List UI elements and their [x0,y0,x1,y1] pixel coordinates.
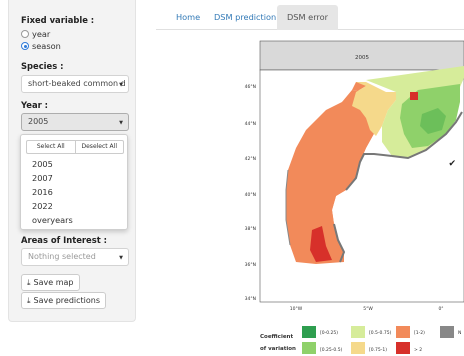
areas-of-interest-select[interactable]: Nothing selected ▼ [21,248,129,266]
radio-year-label: year [32,29,51,39]
dropdown-actions: Select All Deselect All [26,140,124,154]
lat-label: 40°N [245,192,256,198]
legend-label: > 2 [414,347,422,353]
dropdown-option[interactable]: 2007 [32,173,53,183]
lat-label: 38°N [245,226,256,232]
legend-label: [0.25-0.5) [320,347,343,353]
legend-swatch-gt-2 [396,342,410,354]
tab-dsm-error[interactable]: DSM error [277,5,338,30]
tab-bar: Home DSM prediction DSM error [156,0,464,30]
dropdown-option[interactable]: overyears [32,215,73,225]
lon-label: 10°W [290,306,303,312]
radio-year-indicator[interactable] [21,30,29,38]
dropdown-option[interactable]: 2016 [32,187,53,197]
region-gt-2-north [410,92,418,100]
species-select[interactable]: short-beaked common d ▼ [21,75,129,93]
map-panel: 2005 46°N 44°N 42°N 40°N 38°N 36°N 34°N … [156,30,464,356]
lat-label: 46°N [245,84,256,90]
download-icon: ⤓ [27,295,31,305]
dropdown-option[interactable]: 2022 [32,201,53,211]
legend-swatch-1-2 [396,326,410,338]
tab-dsm-prediction[interactable]: DSM prediction [204,5,286,30]
areas-placeholder: Nothing selected [28,252,96,261]
areas-of-interest-label: Areas of Interest : [21,235,107,245]
download-icon: ⤓ [27,277,31,287]
legend-label: N [458,330,461,336]
radio-season[interactable]: season [21,41,61,51]
legend-swatch-0-5-0-75 [351,326,365,338]
lat-label: 42°N [245,156,256,162]
lon-label: 0° [438,306,443,312]
radio-season-indicator[interactable] [21,42,29,50]
lat-label: 34°N [245,296,256,302]
legend-swatch-na [440,326,454,338]
chevron-down-icon: ▼ [119,120,123,126]
lat-label: 36°N [245,262,256,268]
fixed-variable-label: Fixed variable : [21,15,95,25]
chevron-down-icon: ▼ [119,255,123,261]
legend-title-line2: of variation [260,346,296,352]
save-predictions-button[interactable]: ⤓ Save predictions [21,292,107,309]
year-value: 2005 [28,117,49,126]
chevron-down-icon: ▼ [119,82,123,88]
legend-label: [1-2) [414,330,425,336]
select-all-button[interactable]: Select All [27,141,75,153]
map-panel-title: 2005 [355,55,369,61]
legend-label: [0-0.25) [320,330,338,336]
year-select[interactable]: 2005 ▼ [21,113,129,131]
save-predictions-label: Save predictions [33,296,101,305]
legend-title-line1: Coefficient [260,334,293,340]
legend-label: [0.75-1) [369,347,387,353]
radio-year[interactable]: year [21,29,50,39]
legend-swatch-0-0-25 [302,326,316,338]
species-label: Species : [21,61,64,71]
map-legend: Coefficient of variation [0-0.25) [0.25-… [260,326,461,354]
species-value: short-beaked common d [28,79,126,88]
save-map-button[interactable]: ⤓ Save map [21,274,80,291]
legend-label: [0.5-0.75) [369,330,392,336]
legend-swatch-0-75-1 [351,342,365,354]
save-map-label: Save map [33,278,74,287]
deselect-all-button[interactable]: Deselect All [74,141,124,153]
year-label: Year : [21,100,49,110]
lon-label: 5°W [363,306,373,312]
dropdown-option[interactable]: 2005 [32,159,53,169]
year-dropdown-menu: Select All Deselect All 2005 2007 2016 2… [20,134,128,230]
radio-season-label: season [32,41,61,51]
legend-swatch-0-25-0-5 [302,342,316,354]
map-svg: 2005 46°N 44°N 42°N 40°N 38°N 36°N 34°N … [245,40,464,354]
lat-label: 44°N [245,121,256,127]
checkmark-icon: ✔ [448,159,456,169]
